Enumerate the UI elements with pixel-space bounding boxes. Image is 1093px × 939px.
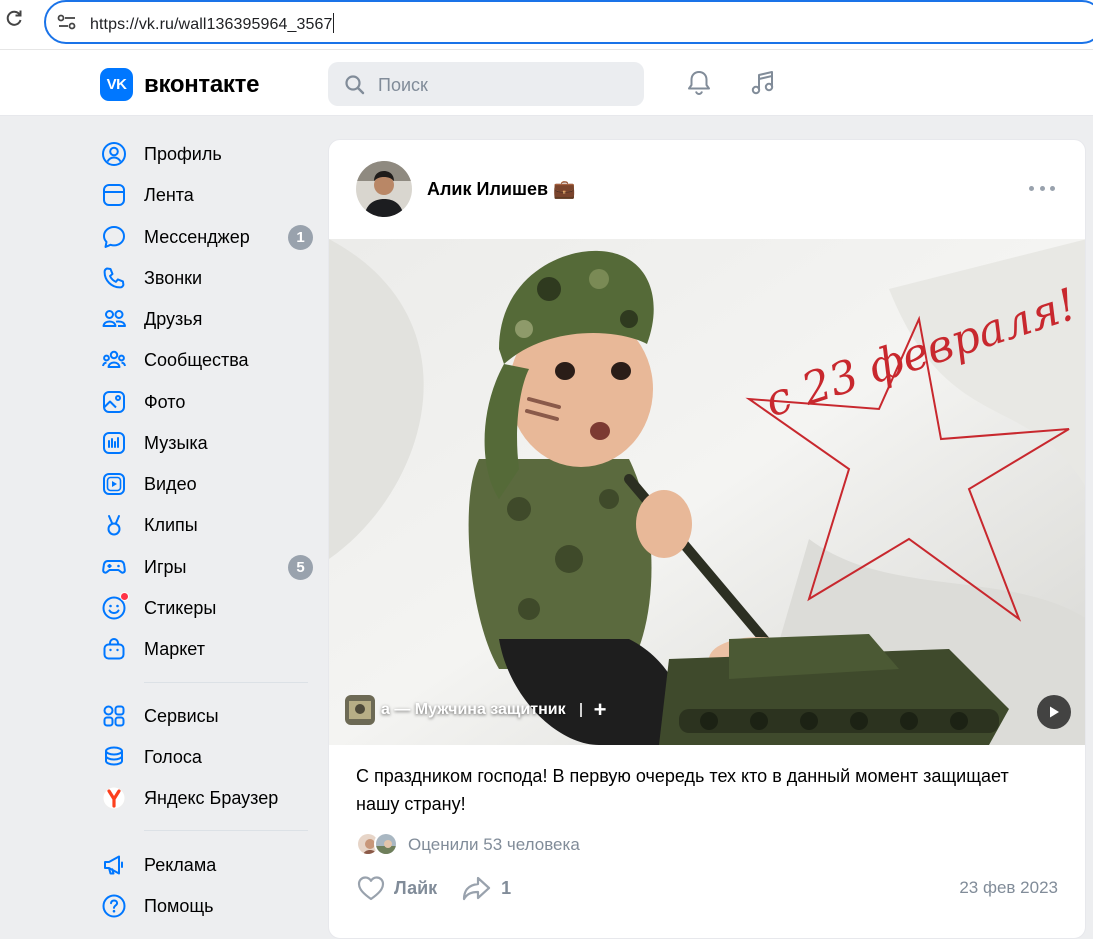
yandex-icon [100, 784, 128, 812]
post-date[interactable]: 23 фев 2023 [959, 878, 1058, 898]
feed-icon [100, 181, 128, 209]
sidebar-item-label: Друзья [144, 308, 203, 329]
music-player-icon[interactable] [748, 68, 778, 98]
audio-title: а — Мужчина защитник [381, 701, 566, 718]
audio-cover [345, 695, 375, 725]
like-button[interactable]: Лайк [356, 874, 437, 902]
games-icon [100, 553, 128, 581]
share-icon [463, 876, 491, 901]
vk-logo-text: вконтакте [144, 70, 260, 98]
like-label: Лайк [394, 877, 438, 898]
author-avatar[interactable] [356, 161, 412, 217]
wall-post: Алик Илишев 💼 с 23 февраля! а — Мужчина … [328, 139, 1086, 939]
services-icon [100, 702, 128, 730]
messenger-icon [100, 223, 128, 251]
sidebar-item-label: Сообщества [144, 349, 249, 370]
communities-icon [100, 346, 128, 374]
sidebar-item-yandex-browser[interactable]: Яндекс Браузер [100, 780, 315, 816]
audio-separator [579, 703, 582, 717]
clips-icon [100, 511, 128, 539]
play-icon[interactable] [1037, 695, 1071, 729]
sidebar-item-label: Видео [144, 473, 197, 494]
sidebar-item-label: Лента [144, 184, 194, 205]
post-text: С праздником господа! В первую очередь т… [356, 766, 1009, 814]
post-more-options-button[interactable] [1029, 178, 1055, 198]
sidebar-item-label: Яндекс Браузер [144, 787, 279, 808]
sidebar-item-messenger[interactable]: Мессенджер 1 [100, 219, 315, 255]
sidebar-item-label: Мессенджер [144, 226, 250, 247]
ads-icon [100, 851, 128, 879]
post-actions: Лайк 1 [356, 873, 535, 903]
sidebar-item-label: Профиль [144, 143, 222, 164]
stickers-notification-dot [120, 592, 129, 601]
sidebar-item-music[interactable]: Музыка [100, 425, 315, 461]
heart-icon [357, 876, 385, 901]
likes-summary[interactable]: Оценили 53 человека [356, 832, 580, 858]
likers-avatars [356, 832, 400, 858]
share-count: 1 [501, 877, 512, 898]
sidebar-item-ads[interactable]: Реклама [100, 847, 315, 883]
music-icon [100, 429, 128, 457]
likes-text: Оценили 53 человека [408, 835, 580, 854]
url-text[interactable]: https://vk.ru/wall136395964_3567 [90, 13, 335, 34]
sidebar-item-label: Фото [144, 391, 186, 412]
search-icon [345, 75, 365, 95]
sidebar-item-label: Звонки [144, 267, 203, 288]
games-badge: 5 [288, 555, 313, 580]
help-icon [100, 892, 128, 920]
sidebar-item-label: Игры [144, 556, 187, 577]
sidebar-item-games[interactable]: Игры 5 [100, 549, 315, 585]
video-icon [100, 470, 128, 498]
site-header: VK вконтакте Поиск [0, 50, 1093, 116]
sidebar-item-label: Музыка [144, 432, 208, 453]
reload-icon[interactable] [0, 8, 28, 36]
votes-icon [100, 743, 128, 771]
sidebar-item-label: Помощь [144, 895, 214, 916]
address-bar[interactable]: https://vk.ru/wall136395964_3567 [44, 0, 1093, 44]
profile-icon [100, 140, 128, 168]
author-name[interactable]: Алик Илишев 💼 [427, 179, 575, 200]
sidebar-item-profile[interactable]: Профиль [100, 136, 315, 172]
vk-logo-icon: VK [100, 68, 133, 101]
photo-icon [100, 388, 128, 416]
sidebar-item-communities[interactable]: Сообщества [100, 342, 315, 378]
search-input[interactable]: Поиск [328, 62, 644, 106]
sidebar-item-label: Маркет [144, 638, 205, 659]
sidebar-item-feed[interactable]: Лента [100, 177, 315, 213]
messenger-badge: 1 [288, 225, 313, 250]
sidebar-item-video[interactable]: Видео [100, 466, 315, 502]
sidebar-item-stickers[interactable]: Стикеры [100, 590, 315, 626]
sidebar-item-photo[interactable]: Фото [100, 384, 315, 420]
share-button[interactable]: 1 [461, 874, 511, 902]
market-icon [100, 635, 128, 663]
site-info-icon[interactable] [56, 12, 78, 32]
sidebar-item-label: Голоса [144, 746, 202, 767]
sidebar-item-label: Реклама [144, 854, 217, 875]
stickers-icon [100, 592, 129, 622]
friends-icon [100, 305, 128, 333]
liker-avatar [374, 832, 398, 856]
sidebar-item-label: Стикеры [144, 597, 217, 618]
sidebar-item-help[interactable]: Помощь [100, 888, 315, 924]
left-sidebar: Профиль Лента Мессенджер 1 Звонки Друзья… [0, 117, 328, 927]
sidebar-item-calls[interactable]: Звонки [100, 260, 315, 296]
notifications-bell-icon[interactable] [684, 68, 714, 98]
sidebar-item-label: Клипы [144, 514, 198, 535]
sidebar-item-friends[interactable]: Друзья [100, 301, 315, 337]
attached-audio[interactable]: а — Мужчина защитник + [345, 695, 606, 725]
add-audio-plus-icon[interactable]: + [594, 699, 607, 721]
post-photo[interactable]: с 23 февраля! а — Мужчина защитник + [329, 239, 1085, 745]
vk-logo[interactable]: VK вконтакте [100, 68, 259, 101]
browser-toolbar: https://vk.ru/wall136395964_3567 [0, 0, 1093, 50]
sidebar-item-services[interactable]: Сервисы [100, 698, 315, 734]
sidebar-divider [144, 682, 308, 683]
sidebar-item-label: Сервисы [144, 705, 219, 726]
sidebar-item-votes[interactable]: Голоса [100, 739, 315, 775]
phone-icon [100, 264, 128, 292]
sidebar-divider [144, 830, 308, 831]
search-placeholder: Поиск [378, 75, 428, 95]
sidebar-item-market[interactable]: Маркет [100, 631, 315, 667]
sidebar-item-clips[interactable]: Клипы [100, 507, 315, 543]
